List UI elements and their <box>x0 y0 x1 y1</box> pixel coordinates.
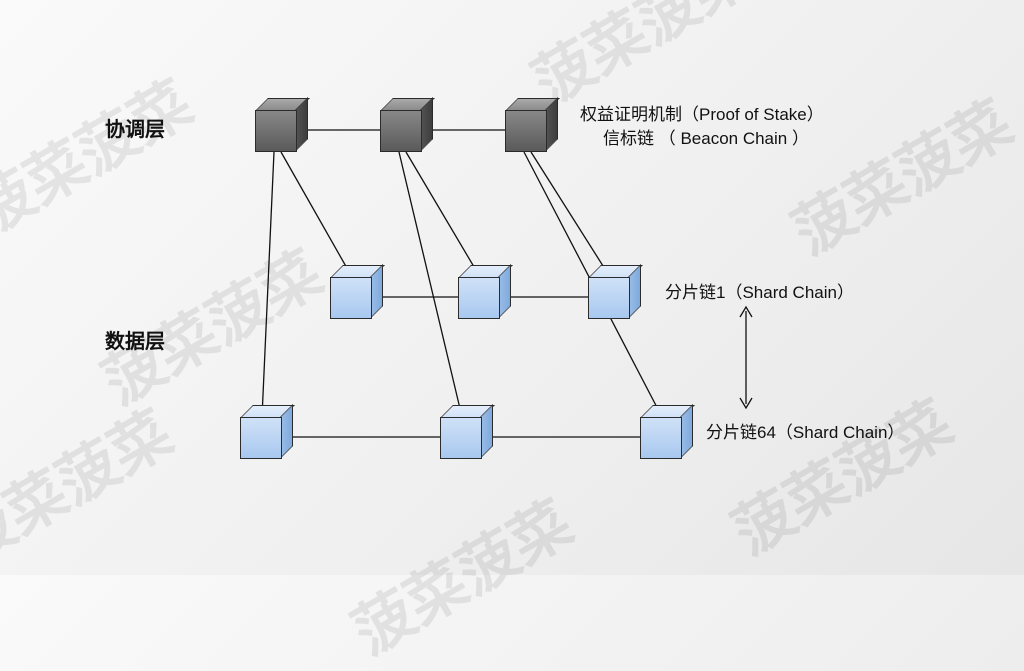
diagram-stage: 菠菜菠菜 菠菜菠菜 菠菜菠菜 菠菜菠菜 菠菜菠菜 菠菜菠菜 菠菜菠菜 协调层 数… <box>0 0 1024 575</box>
shard64-cube <box>440 405 492 457</box>
watermark: 菠菜菠菜 <box>0 386 186 581</box>
shard64-cube <box>240 405 292 457</box>
shard1-cube <box>588 265 640 317</box>
connection-lines <box>0 0 1024 575</box>
watermark: 菠菜菠菜 <box>334 476 585 671</box>
beacon-label: 信标链 （ Beacon Chain ） <box>603 124 809 149</box>
coord-layer-label: 协调层 <box>105 113 165 142</box>
data-layer-label: 数据层 <box>105 325 165 354</box>
shard64-cube <box>640 405 692 457</box>
watermark: 菠菜菠菜 <box>84 226 335 421</box>
shard1-cube <box>458 265 510 317</box>
shard1-label: 分片链1（Shard Chain） <box>665 278 854 303</box>
shard64-label: 分片链64（Shard Chain） <box>706 418 904 443</box>
beacon-cube <box>380 98 432 150</box>
pos-label: 权益证明机制（Proof of Stake） <box>580 100 824 125</box>
watermark: 菠菜菠菜 <box>0 56 206 251</box>
shard-range-arrow <box>736 305 756 410</box>
beacon-cube <box>505 98 557 150</box>
beacon-cube <box>255 98 307 150</box>
shard1-cube <box>330 265 382 317</box>
